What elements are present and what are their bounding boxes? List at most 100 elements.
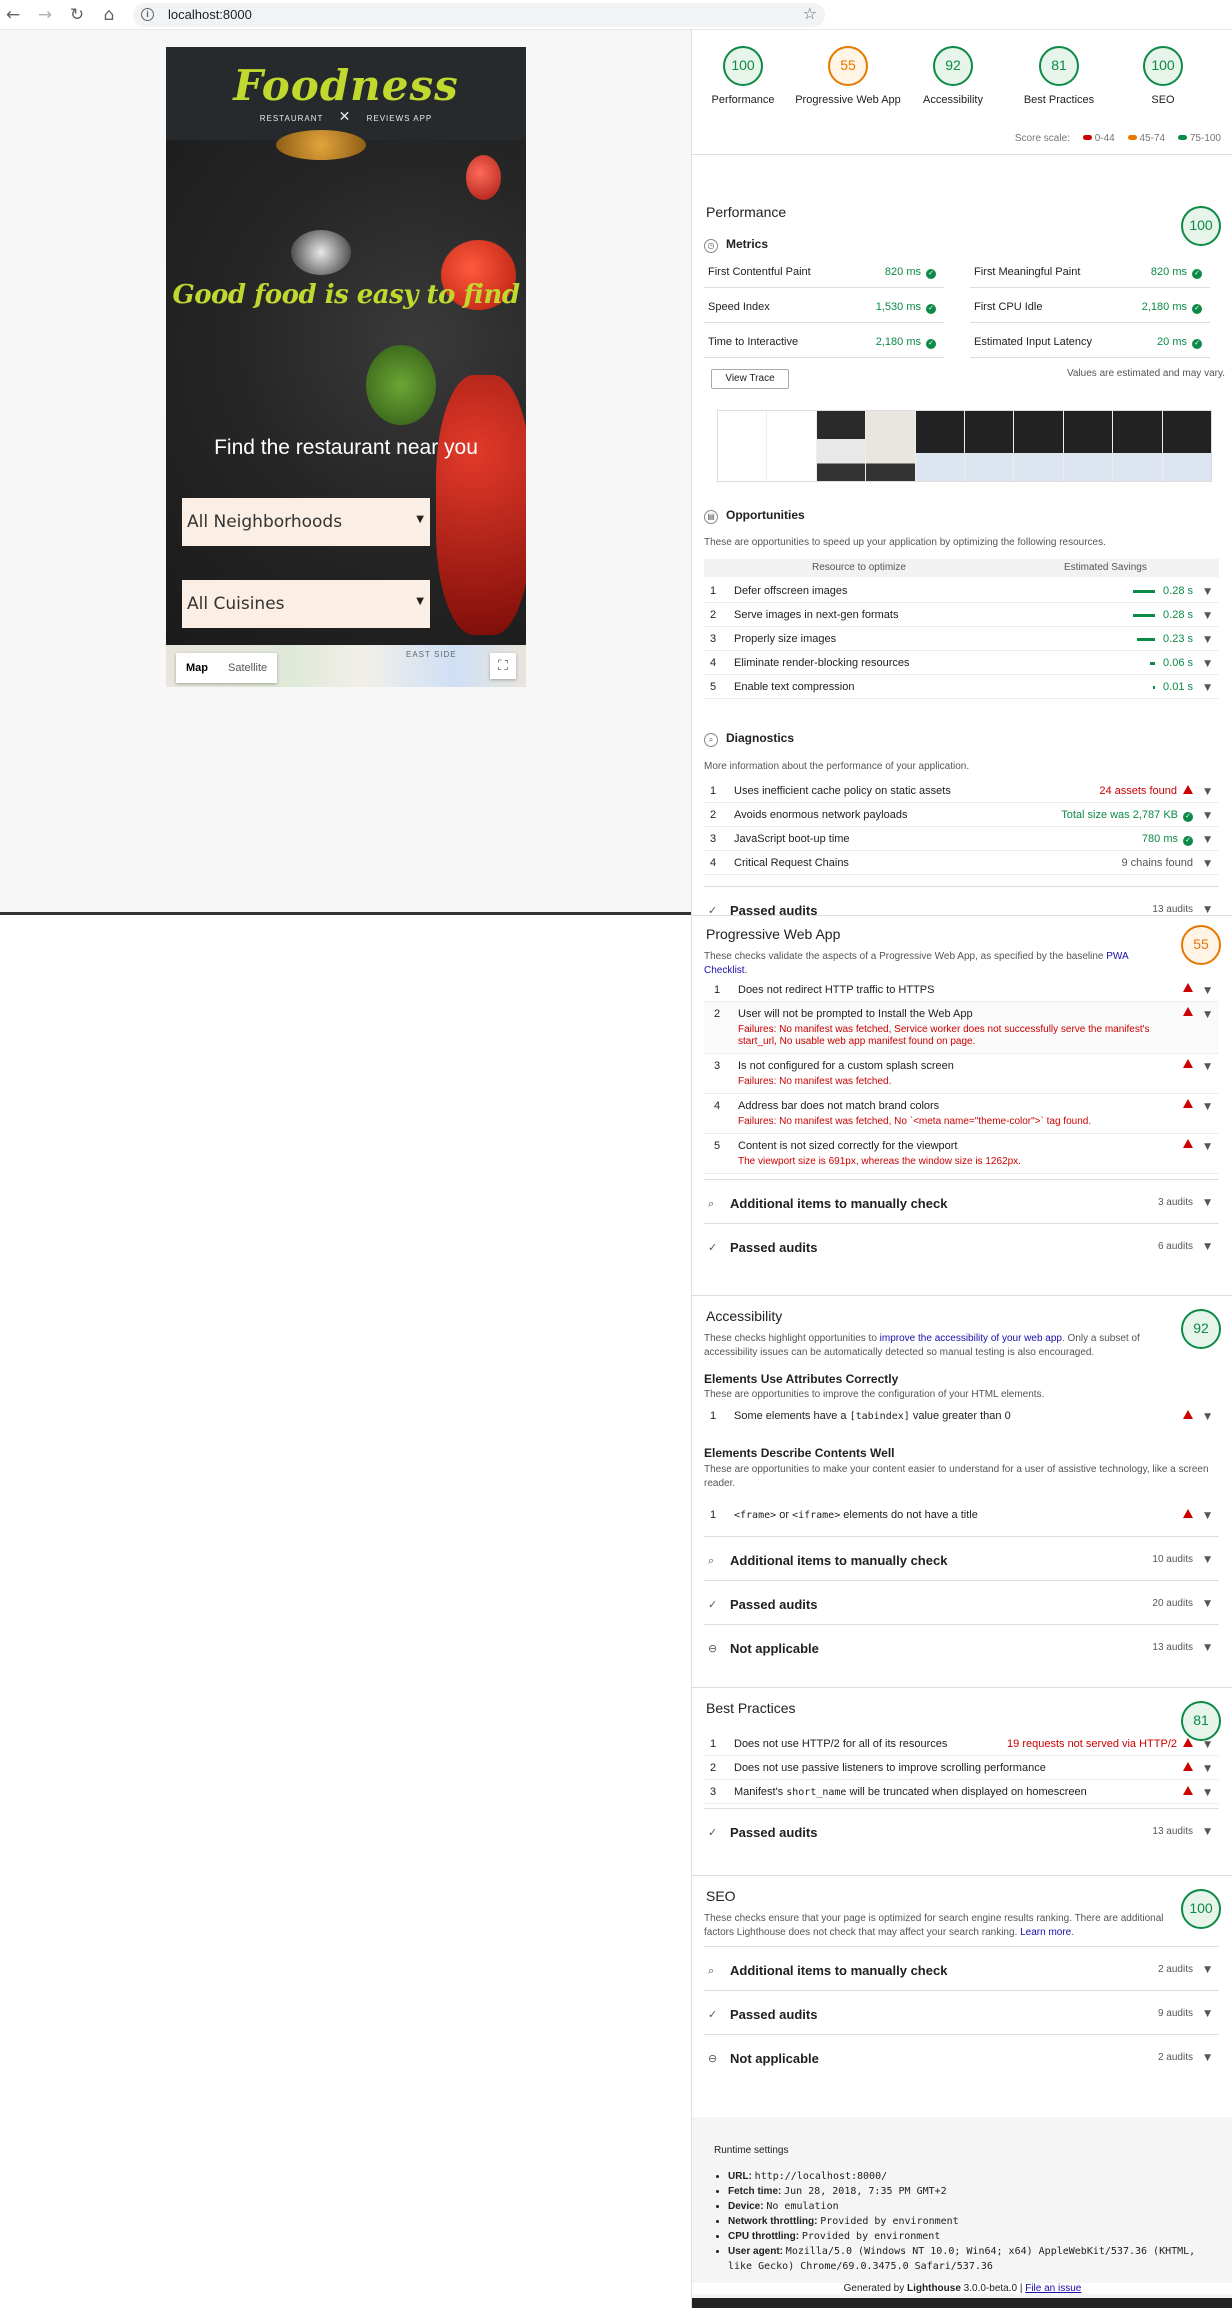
- file-issue-link[interactable]: File an issue: [1025, 2283, 1081, 2294]
- diagnostic-row[interactable]: 3 JavaScript boot-up time 780 ms ✓ ▼: [704, 827, 1219, 851]
- accessibility-link[interactable]: improve the accessibility of your web ap…: [880, 1333, 1062, 1344]
- not-applicable-group[interactable]: ⊖ Not applicable 2 audits ▼: [704, 2034, 1219, 2078]
- chevron-down-icon[interactable]: ▼: [1204, 1599, 1211, 1609]
- opportunity-row[interactable]: 4 Eliminate render-blocking resources 0.06…: [704, 651, 1219, 675]
- gauge-performance[interactable]: 100 Performance: [688, 46, 798, 106]
- warning-icon: [1183, 1509, 1193, 1518]
- diagnostic-row[interactable]: 4 Critical Request Chains 9 chains found ▼: [704, 851, 1219, 875]
- category-description: These checks validate the aspects of a P…: [704, 950, 1164, 978]
- opportunity-row[interactable]: 2 Serve images in next-gen formats 0.28 s ▼: [704, 603, 1219, 627]
- diagnostic-row[interactable]: 2 Avoids enormous network payloads Total s…: [704, 803, 1219, 827]
- title-text: value greater than 0: [909, 1410, 1011, 1422]
- category-title: Performance: [706, 204, 787, 220]
- satellite-tab[interactable]: Satellite: [218, 653, 277, 683]
- chevron-down-icon[interactable]: ▼: [1204, 1511, 1211, 1521]
- learn-more-link[interactable]: Learn more: [1020, 1927, 1071, 1938]
- opportunity-row[interactable]: 1 Defer offscreen images 0.28 s ▼: [704, 579, 1219, 603]
- opportunity-row[interactable]: 5 Enable text compression 0.01 s ▼: [704, 675, 1219, 699]
- chevron-down-icon[interactable]: ▼: [1204, 1764, 1211, 1774]
- row-title: Eliminate render-blocking resources: [734, 657, 910, 669]
- cuisine-select[interactable]: All Cuisines ▼: [182, 580, 430, 628]
- diagnostic-row[interactable]: 1 Uses inefficient cache policy on static…: [704, 779, 1219, 803]
- passed-audits-group[interactable]: ✓ Passed audits 9 audits ▼: [704, 1990, 1219, 2034]
- manual-check-group[interactable]: ⌕ Additional items to manually check 3 aud…: [704, 1179, 1219, 1223]
- app-logo[interactable]: Foodness: [166, 61, 526, 110]
- chevron-down-icon[interactable]: ▼: [1204, 587, 1211, 597]
- chevron-down-icon[interactable]: ▼: [1204, 659, 1211, 669]
- passed-audits-group[interactable]: ✓ Passed audits 20 audits ▼: [704, 1580, 1219, 1624]
- chevron-down-icon[interactable]: ▼: [1204, 1062, 1211, 1072]
- a11y-audit-row[interactable]: 1 <frame> or <iframe> elements do not hav…: [704, 1503, 1219, 1531]
- chevron-down-icon[interactable]: ▼: [1204, 859, 1211, 869]
- pwa-audit-row[interactable]: 5 Content is not sized correctly for the …: [704, 1134, 1219, 1174]
- chevron-down-icon[interactable]: ▼: [1204, 1740, 1211, 1750]
- pwa-audit-row[interactable]: 2 User will not be prompted to Install th…: [704, 1002, 1219, 1054]
- chevron-down-icon[interactable]: ▼: [1204, 683, 1211, 693]
- back-arrow-icon[interactable]: ←: [2, 4, 24, 26]
- chevron-down-icon[interactable]: ▼: [1204, 2009, 1211, 2019]
- neighborhood-select[interactable]: All Neighborhoods ▼: [182, 498, 430, 546]
- gauge-pwa[interactable]: 55 Progressive Web App: [793, 46, 903, 106]
- chevron-down-icon[interactable]: ▼: [1204, 787, 1211, 797]
- group-title: Passed audits: [730, 2007, 818, 2022]
- home-icon[interactable]: ⌂: [98, 4, 120, 26]
- chevron-down-icon[interactable]: ▼: [1204, 811, 1211, 821]
- view-trace-button[interactable]: View Trace: [711, 369, 789, 389]
- runtime-value: Provided by environment: [801, 2231, 941, 2242]
- map-tab[interactable]: Map: [176, 653, 218, 683]
- pwa-audit-row[interactable]: 1 Does not redirect HTTP traffic to HTTPS…: [704, 978, 1219, 1002]
- not-applicable-group[interactable]: ⊖ Not applicable 13 audits ▼: [704, 1624, 1219, 1668]
- chevron-down-icon[interactable]: ▼: [1204, 1412, 1211, 1422]
- warning-icon: [1183, 1410, 1193, 1419]
- chevron-down-icon[interactable]: ▼: [1204, 1965, 1211, 1975]
- a11y-audit-row[interactable]: 1 Some elements have a [tabindex] value g…: [704, 1404, 1219, 1432]
- chevron-down-icon[interactable]: ▼: [1204, 835, 1211, 845]
- passed-audits-group[interactable]: ✓ Passed audits 6 audits ▼: [704, 1223, 1219, 1267]
- passed-audits-group[interactable]: ✓ Passed audits 13 audits ▼: [704, 1808, 1219, 1852]
- chevron-down-icon[interactable]: ▼: [1204, 635, 1211, 645]
- forward-arrow-icon[interactable]: →: [34, 4, 56, 26]
- chevron-down-icon[interactable]: ▼: [1204, 1242, 1211, 1252]
- row-index: 2: [714, 1008, 721, 1020]
- chevron-down-icon[interactable]: ▼: [1204, 1555, 1211, 1565]
- pwa-audit-row[interactable]: 4 Address bar does not match brand colors…: [704, 1094, 1219, 1134]
- row-title: Does not use HTTP/2 for all of its resou…: [734, 1738, 948, 1750]
- row-index: 4: [710, 657, 717, 669]
- manual-check-group[interactable]: ⌕ Additional items to manually check 10 au…: [704, 1536, 1219, 1580]
- chevron-down-icon[interactable]: ▼: [1204, 1788, 1211, 1798]
- chevron-down-icon[interactable]: ▼: [1204, 1142, 1211, 1152]
- bp-audit-row[interactable]: 2 Does not use passive listeners to impro…: [704, 1756, 1219, 1780]
- pwa-category: Progressive Web App 55 These checks vali…: [692, 915, 1232, 1295]
- chevron-down-icon[interactable]: ▼: [1204, 1010, 1211, 1020]
- row-index: 3: [710, 1786, 717, 1798]
- manual-check-group[interactable]: ⌕ Additional items to manually check 2 aud…: [704, 1946, 1219, 1990]
- row-value: 19 requests not served via HTTP/2: [1007, 1738, 1193, 1750]
- pwa-audit-row[interactable]: 3 Is not configured for a custom splash s…: [704, 1054, 1219, 1094]
- cuisine-select-value: All Cuisines: [187, 594, 285, 614]
- info-icon[interactable]: i: [141, 8, 154, 21]
- bookmark-star-icon[interactable]: ☆: [803, 4, 817, 23]
- row-title: Does not redirect HTTP traffic to HTTPS: [738, 984, 935, 996]
- row-index: 5: [710, 681, 717, 693]
- savings-bar: [1133, 613, 1156, 617]
- chevron-down-icon[interactable]: ▼: [1204, 2053, 1211, 2063]
- pass-check-icon: ✓: [926, 339, 936, 349]
- metric-value-text: 20 ms: [1157, 336, 1187, 348]
- chevron-down-icon[interactable]: ▼: [1204, 611, 1211, 621]
- chevron-down-icon[interactable]: ▼: [1204, 1102, 1211, 1112]
- restaurants-map[interactable]: Map Satellite EAST SIDE ⛶: [166, 645, 526, 687]
- address-bar[interactable]: i localhost:8000 ☆: [133, 3, 825, 27]
- chevron-down-icon[interactable]: ▼: [1204, 905, 1211, 915]
- chevron-down-icon[interactable]: ▼: [1204, 986, 1211, 996]
- opportunity-row[interactable]: 3 Properly size images 0.23 s ▼: [704, 627, 1219, 651]
- gauge-accessibility[interactable]: 92 Accessibility: [898, 46, 1008, 106]
- chevron-down-icon[interactable]: ▼: [1204, 1643, 1211, 1653]
- bp-audit-row[interactable]: 3 Manifest's short_name will be truncated…: [704, 1780, 1219, 1804]
- bp-audit-row[interactable]: 1 Does not use HTTP/2 for all of its reso…: [704, 1732, 1219, 1756]
- chevron-down-icon[interactable]: ▼: [1204, 1198, 1211, 1208]
- gauge-seo[interactable]: 100 SEO: [1108, 46, 1218, 106]
- reload-icon[interactable]: ↻: [66, 4, 88, 26]
- chevron-down-icon[interactable]: ▼: [1204, 1827, 1211, 1837]
- fullscreen-icon[interactable]: ⛶: [490, 653, 516, 679]
- gauge-best-practices[interactable]: 81 Best Practices: [1004, 46, 1114, 106]
